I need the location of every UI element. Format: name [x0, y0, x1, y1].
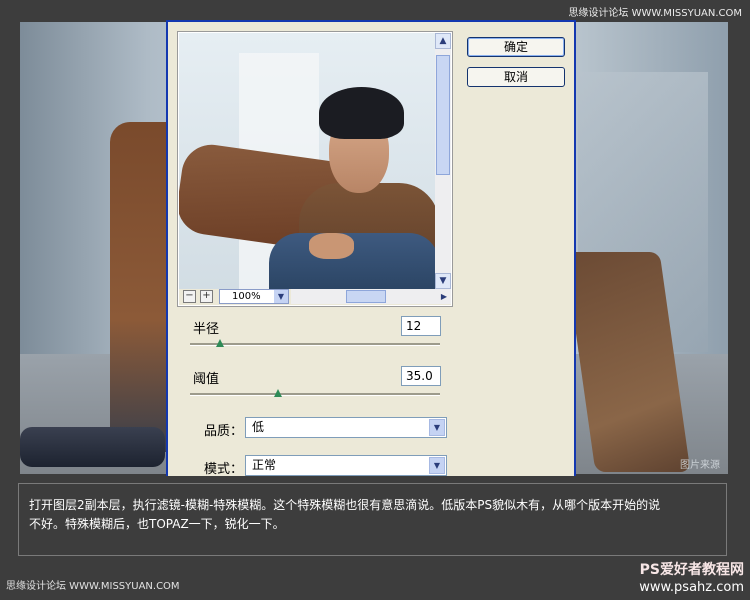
photo-watermark: 图片来源 — [680, 460, 720, 471]
mode-value: 正常 — [252, 458, 277, 472]
caption-line-2: 不好。特殊模糊后，也TOPAZ一下，锐化一下。 — [29, 517, 285, 531]
brand-logo: PS爱好者教程网 www.psahz.com — [639, 561, 744, 597]
threshold-slider-handle[interactable] — [273, 389, 282, 397]
radius-input[interactable]: 12 — [401, 316, 441, 336]
preview-hand — [309, 233, 354, 259]
radius-slider-track[interactable] — [190, 343, 440, 346]
chevron-down-icon: ▼ — [274, 290, 288, 303]
preview-horizontal-scrollbar[interactable]: ▶ — [291, 289, 451, 304]
zoom-level-select[interactable]: 100% ▼ — [219, 289, 289, 304]
preview-vertical-scrollbar[interactable]: ▲ ▼ — [435, 33, 451, 289]
scroll-down-icon[interactable]: ▼ — [435, 273, 451, 289]
preview-image[interactable] — [179, 33, 435, 289]
preview-zoom-bar: − + 100% ▼ ▶ — [179, 289, 451, 305]
threshold-label: 阈值 — [193, 372, 220, 387]
preview-pane: ▲ ▼ − + 100% ▼ ▶ — [177, 31, 453, 307]
brand-title: PS爱好者教程网 — [639, 562, 744, 578]
bottom-left-credit: 思缘设计论坛 WWW.MISSYUAN.COM — [6, 581, 180, 592]
zoom-out-button[interactable]: − — [183, 290, 196, 303]
chevron-down-icon: ▼ — [429, 457, 445, 474]
mode-label: 模式： — [204, 462, 244, 477]
ok-button[interactable]: 确定 — [467, 37, 565, 57]
caption-line-1: 打开图层2副本层，执行滤镜-模糊-特殊模糊。这个特殊模糊也很有意思滴说。低版本P… — [29, 498, 661, 512]
preview-hair — [319, 87, 404, 139]
cancel-button[interactable]: 取消 — [467, 67, 565, 87]
photo-shoe — [20, 427, 165, 467]
vertical-scroll-thumb[interactable] — [436, 55, 450, 175]
threshold-input[interactable]: 35.0 — [401, 366, 441, 386]
brand-url: www.psahz.com — [639, 580, 744, 595]
scroll-right-icon[interactable]: ▶ — [437, 289, 451, 304]
radius-label: 半径 — [193, 322, 220, 337]
chevron-down-icon: ▼ — [429, 419, 445, 436]
horizontal-scroll-thumb[interactable] — [346, 290, 386, 303]
zoom-level-value: 100% — [232, 291, 261, 302]
radius-slider-handle[interactable] — [216, 339, 224, 347]
special-blur-dialog: ▲ ▼ − + 100% ▼ ▶ 确定 取消 半径 12 阈值 35.0 品质：… — [166, 20, 576, 477]
tutorial-caption: 打开图层2副本层，执行滤镜-模糊-特殊模糊。这个特殊模糊也很有意思滴说。低版本P… — [18, 483, 727, 556]
mode-select[interactable]: 正常 ▼ — [245, 455, 447, 476]
quality-label: 品质： — [204, 424, 244, 439]
threshold-slider-track[interactable] — [190, 393, 440, 396]
scroll-up-icon[interactable]: ▲ — [435, 33, 451, 49]
top-credit: 思缘设计论坛 WWW.MISSYUAN.COM — [568, 8, 742, 19]
quality-select[interactable]: 低 ▼ — [245, 417, 447, 438]
quality-value: 低 — [252, 420, 265, 434]
zoom-in-button[interactable]: + — [200, 290, 213, 303]
